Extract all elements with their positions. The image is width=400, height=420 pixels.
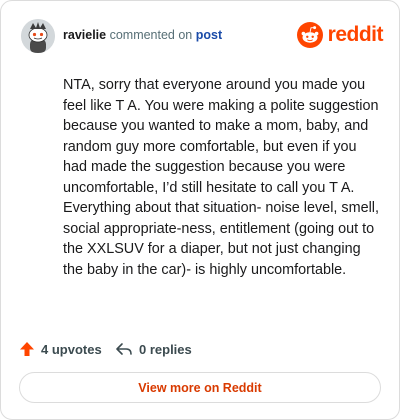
- reddit-logo[interactable]: reddit: [296, 21, 384, 49]
- snoo-avatar-icon: [21, 19, 55, 53]
- reply-count[interactable]: 0 replies: [115, 337, 192, 361]
- meta-action: commented on: [109, 28, 193, 42]
- embed-card: ravielie commented on post reddit NTA, s…: [0, 0, 400, 420]
- replies-label: 0 replies: [139, 341, 192, 357]
- view-more-button[interactable]: View more on Reddit: [19, 372, 381, 403]
- author-name[interactable]: ravielie: [63, 28, 106, 42]
- reddit-snoo-icon: [296, 22, 323, 48]
- upvote-count[interactable]: 4 upvotes: [19, 337, 102, 361]
- comment-meta: ravielie commented on post: [63, 28, 222, 42]
- comment-footer: 4 upvotes 0 replies: [19, 337, 379, 361]
- upvotes-label: 4 upvotes: [41, 341, 102, 357]
- reddit-wordmark: reddit: [327, 23, 384, 46]
- reply-arrow-icon: [116, 343, 132, 355]
- upvote-arrow-icon: [20, 342, 34, 356]
- post-link[interactable]: post: [196, 28, 222, 42]
- comment-body: NTA, sorry that everyone around you made…: [63, 77, 379, 278]
- comment-header: ravielie commented on post reddit: [21, 19, 384, 53]
- avatar[interactable]: [21, 19, 55, 53]
